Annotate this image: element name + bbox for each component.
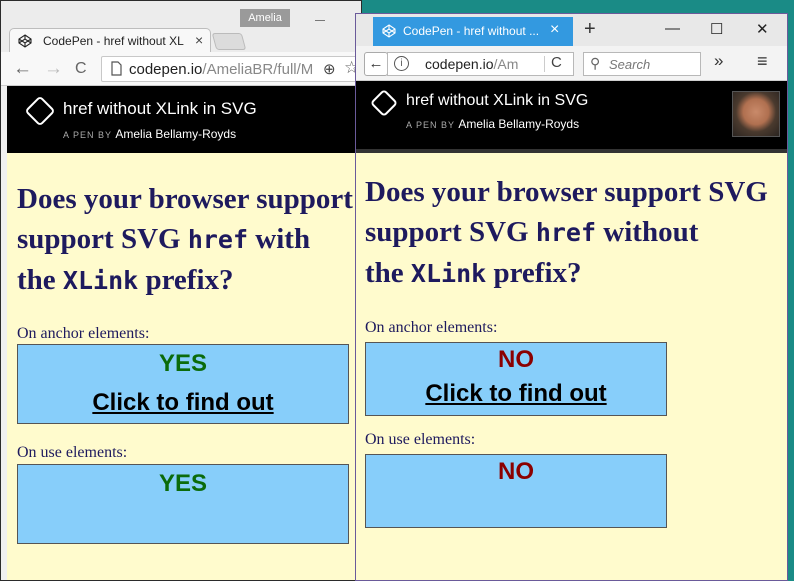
page-icon — [111, 61, 122, 76]
click-to-find-out-link[interactable]: Click to find out — [366, 380, 666, 408]
use-result-text: YES — [158, 470, 208, 497]
question-heading: Does your browser support SVG support SV… — [17, 183, 361, 296]
author-avatar[interactable] — [732, 91, 780, 137]
tab-title: CodePen - href without XL — [43, 34, 184, 48]
anchor-elements-label: On anchor elements: — [365, 319, 498, 336]
new-tab-button[interactable]: + — [584, 18, 596, 41]
pen-title: href without XLink in SVG — [406, 92, 589, 109]
use-elements-label: On use elements: — [365, 431, 476, 448]
close-window-icon[interactable]: ✕ — [756, 20, 769, 38]
profile-badge[interactable]: Amelia — [240, 9, 290, 27]
use-result-text: NO — [498, 458, 534, 485]
anchor-result-box: NO Click to find out — [365, 342, 667, 416]
minimize-button[interactable] — [315, 20, 325, 21]
firefox-window: CodePen - href without ... × + — ☐ ✕ ← i… — [355, 13, 788, 581]
hamburger-menu-icon[interactable]: ≡ — [757, 51, 768, 72]
forward-icon[interactable]: → — [44, 58, 63, 80]
browser-tab[interactable]: CodePen - href without XL × — [9, 28, 211, 52]
use-result-box: YES — [17, 464, 349, 544]
back-icon[interactable]: ← — [364, 52, 388, 76]
use-result-box: NO — [365, 454, 667, 528]
url-text: codepen.io/Am — [425, 56, 519, 72]
anchor-result-text: NO — [498, 346, 534, 373]
search-box[interactable]: ⚲ Search — [583, 52, 701, 76]
author-name[interactable]: Amelia Bellamy-Royds — [458, 117, 579, 131]
close-tab-icon[interactable]: × — [550, 21, 559, 39]
address-bar[interactable]: codepen.io/AmeliaBR/full/M ⊕ ☆ — [101, 56, 361, 82]
codepen-icon — [382, 24, 396, 38]
tab-title: CodePen - href without ... — [403, 24, 540, 38]
codepen-header: href without XLink in SVG A PEN BY Ameli… — [7, 86, 361, 153]
url-text: codepen.io/AmeliaBR/full/M — [129, 61, 314, 78]
address-bar[interactable]: i codepen.io/Am C — [387, 52, 574, 76]
author-name[interactable]: Amelia Bellamy-Royds — [115, 127, 236, 141]
url-separator — [544, 56, 545, 72]
anchor-result-text: YES — [158, 350, 208, 377]
toolbar: ← i codepen.io/Am C ⚲ Search » ≡ — [356, 46, 787, 81]
page-content: Does your browser support SVG support SV… — [356, 153, 787, 580]
close-tab-icon[interactable]: × — [195, 32, 203, 48]
maximize-icon[interactable]: ☐ — [710, 20, 723, 38]
site-info-icon[interactable]: i — [394, 56, 409, 71]
minimize-icon[interactable]: — — [665, 20, 680, 37]
anchor-result-box: YES Click to find out — [17, 344, 349, 424]
use-elements-label: On use elements: — [17, 444, 128, 461]
codepen-logo-icon — [369, 88, 399, 118]
zoom-icon[interactable]: ⊕ — [323, 60, 336, 78]
pen-by-label: A PEN BY Amelia Bellamy-Royds — [63, 127, 237, 141]
page-content: Does your browser support SVG support SV… — [7, 153, 361, 580]
new-tab-button[interactable] — [211, 33, 247, 50]
anchor-elements-label: On anchor elements: — [17, 325, 150, 342]
pen-title: href without XLink in SVG — [63, 99, 257, 118]
search-placeholder: Search — [609, 57, 651, 72]
search-icon: ⚲ — [590, 55, 601, 71]
browser-tab[interactable]: CodePen - href without ... × — [373, 17, 573, 46]
codepen-icon — [18, 34, 32, 48]
reload-icon[interactable]: C — [75, 60, 87, 78]
chrome-window: Amelia CodePen - href without XL × ← → C… — [0, 0, 362, 581]
question-heading: Does your browser support SVG support SV… — [365, 176, 768, 289]
codepen-logo-icon — [24, 95, 56, 127]
back-icon[interactable]: ← — [13, 58, 32, 80]
overflow-chevron-icon[interactable]: » — [714, 51, 723, 71]
codepen-header: href without XLink in SVG A PEN BY Ameli… — [356, 81, 787, 153]
click-to-find-out-link[interactable]: Click to find out — [18, 389, 348, 417]
pen-by-label: A PEN BY Amelia Bellamy-Royds — [406, 117, 580, 131]
reload-icon[interactable]: C — [551, 54, 562, 71]
